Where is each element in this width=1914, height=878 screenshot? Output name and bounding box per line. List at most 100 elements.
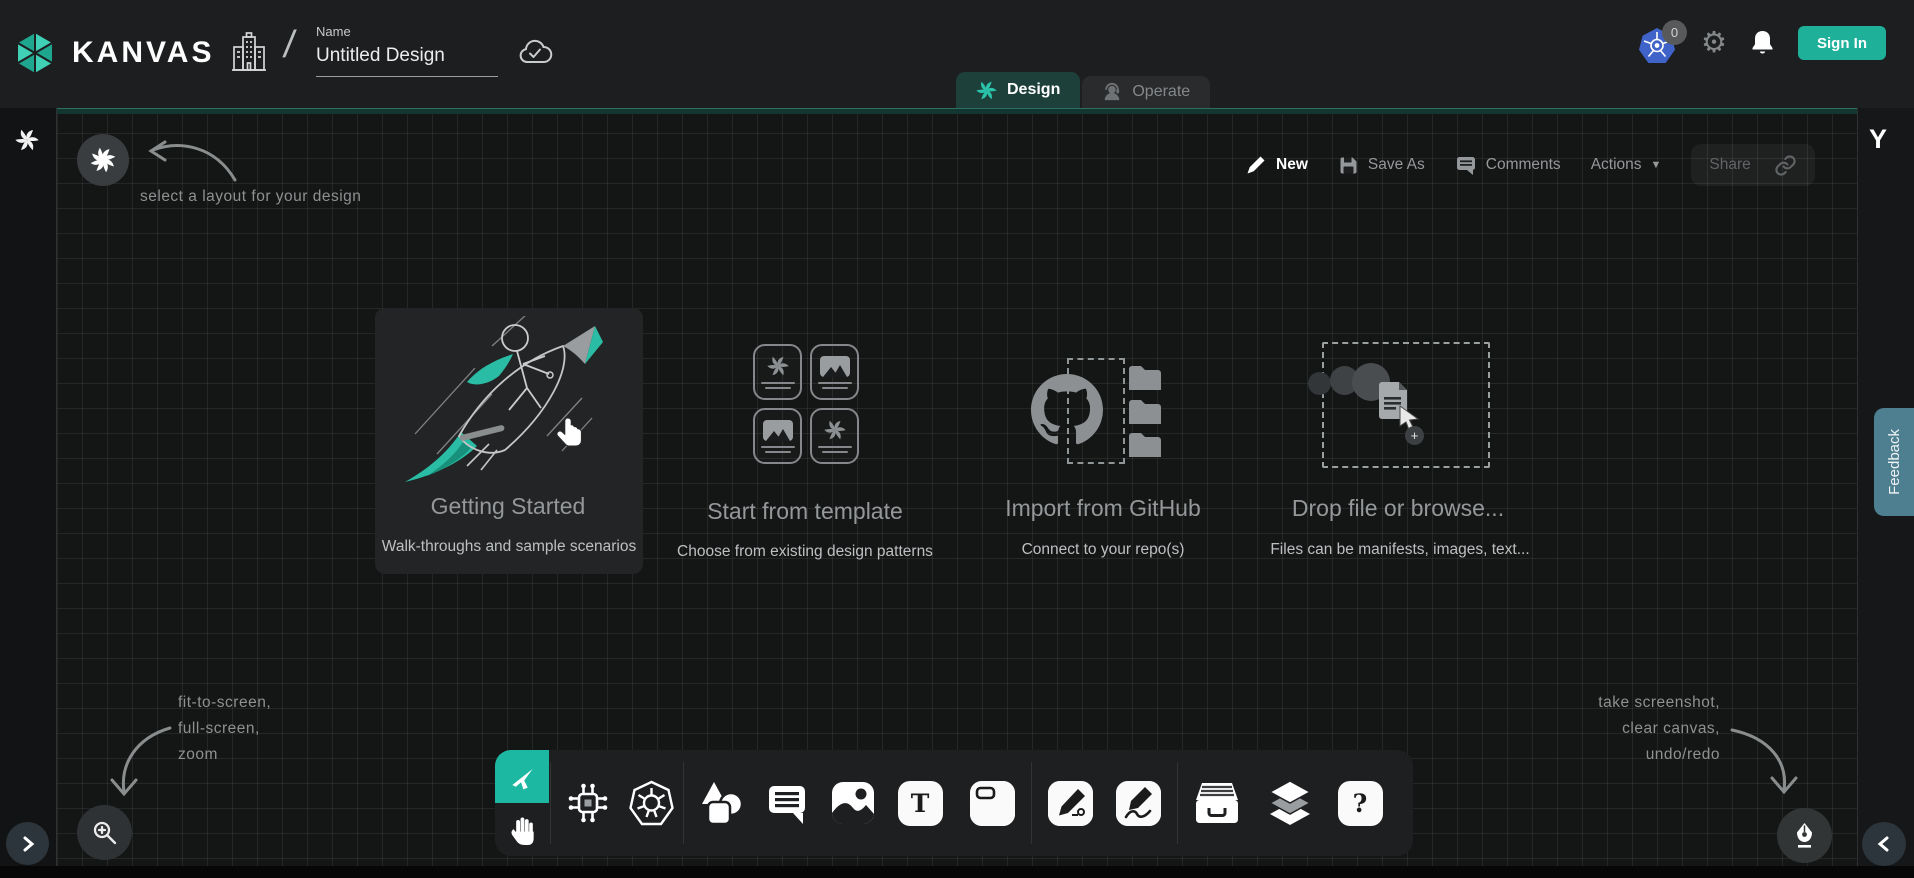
tab-operate-label: Operate [1132, 83, 1190, 101]
question-mark-icon: ? [1338, 781, 1383, 826]
magnifier-plus-icon [91, 819, 118, 846]
bottom-edge [0, 866, 1914, 878]
share-button[interactable]: Share [1691, 144, 1815, 186]
rocket-illustration [397, 316, 625, 488]
folder-icon [1127, 431, 1163, 459]
actions-dropdown[interactable]: Actions ▼ [1591, 156, 1662, 174]
app-logo[interactable]: KANVAS [12, 30, 214, 76]
zoom-hint-arrow [96, 722, 176, 802]
text-icon: T [898, 781, 943, 826]
hex-logo-icon [12, 30, 58, 76]
sign-in-button[interactable]: Sign In [1798, 26, 1886, 60]
template-tile-pinwheel-icon [753, 344, 802, 400]
text-tool-button[interactable]: T [893, 750, 947, 856]
design-pinwheel-icon [976, 80, 997, 101]
image-icon [830, 780, 876, 826]
kanvas-app: KANVAS / Name Untitled Design [0, 0, 1914, 878]
helm-wheel-icon [628, 780, 675, 826]
tab-design-label: Design [1007, 81, 1060, 99]
new-button[interactable]: New [1245, 154, 1308, 176]
getting-started-card[interactable] [375, 308, 643, 574]
pencil-icon [1245, 154, 1267, 176]
zoom-button[interactable] [77, 805, 132, 860]
mode-tabs: Design Operate [956, 72, 1210, 108]
chevron-left-icon [1876, 835, 1892, 853]
building-icon[interactable] [232, 32, 266, 74]
cloud-check-icon [516, 38, 554, 68]
layers-tool-button[interactable] [1263, 750, 1317, 856]
collapse-right-panel-button[interactable] [1862, 822, 1906, 866]
shortcut-hints-text: take screenshot, clear canvas, undo/redo [1500, 690, 1720, 768]
chevron-right-icon [20, 835, 36, 853]
pan-tool-button[interactable] [495, 803, 549, 856]
comment-lines-icon [765, 781, 809, 825]
toolbar-separator [683, 762, 684, 844]
component-tool-button[interactable] [561, 750, 615, 856]
toolbar-separator [1177, 762, 1178, 844]
start-from-template-card[interactable] [753, 344, 863, 474]
folder-icon [1127, 398, 1163, 426]
kubernetes-tool-button[interactable] [624, 750, 678, 856]
pencil-scribble-icon [1116, 781, 1161, 826]
sidebar-pinwheel-icon[interactable] [15, 128, 39, 152]
toolbar-separator [550, 762, 551, 844]
template-tile-pinwheel-icon [810, 408, 859, 464]
shapes-tool-button[interactable] [695, 750, 749, 856]
tab-operate[interactable]: Operate [1082, 76, 1210, 108]
comments-button[interactable]: Comments [1455, 154, 1561, 176]
kubernetes-status[interactable]: 0 [1639, 24, 1679, 62]
layout-picker-button[interactable] [77, 134, 129, 186]
feedback-tab[interactable]: Feedback [1874, 408, 1914, 516]
layers-icon [1266, 778, 1314, 828]
pen-path-icon [1048, 781, 1093, 826]
note-tab-icon [970, 781, 1015, 826]
pen-tool-button[interactable] [1043, 750, 1097, 856]
circuit-node-icon [565, 780, 611, 826]
hand-pointer-cursor-icon [553, 416, 587, 452]
template-tile-image-icon [753, 408, 802, 464]
template-tiles [753, 344, 859, 464]
zoom-hints-text: fit-to-screen, full-screen, zoom [178, 690, 271, 768]
drop-trail-circle [1308, 372, 1331, 395]
comment-icon [1455, 154, 1477, 176]
drop-subtitle: Files can be manifests, images, text... [1180, 541, 1620, 559]
tool-palette: T [495, 750, 1413, 856]
github-icon [1030, 374, 1104, 446]
canvas-top-highlight [57, 108, 1857, 114]
design-name-field: Name Untitled Design [316, 24, 498, 77]
link-icon [1774, 154, 1797, 177]
select-tool-button[interactable] [495, 750, 549, 803]
save-as-button[interactable]: Save As [1338, 155, 1425, 176]
help-button[interactable]: ? [1333, 750, 1387, 856]
pen-actions-button[interactable] [1777, 808, 1832, 863]
gear-icon[interactable]: ⚙ [1701, 29, 1727, 58]
floppy-icon [1338, 155, 1359, 176]
folder-icon [1127, 364, 1163, 392]
expand-left-panel-button[interactable] [6, 822, 49, 865]
pen-nib-icon [1791, 821, 1818, 850]
pencil-tool-button[interactable] [1111, 750, 1165, 856]
bell-icon[interactable] [1749, 29, 1776, 58]
design-name-input[interactable]: Untitled Design [316, 45, 498, 77]
hand-icon [507, 814, 537, 846]
import-github-card[interactable] [1030, 374, 1170, 474]
drop-plus-badge: + [1405, 426, 1424, 445]
right-rail-logo[interactable]: Y [1869, 124, 1887, 155]
note-tool-button[interactable] [965, 750, 1019, 856]
breadcrumb-separator: / [281, 24, 298, 67]
app-header: KANVAS / Name Untitled Design [0, 0, 1914, 108]
archive-tool-button[interactable] [1190, 750, 1244, 856]
layout-hint-text: select a layout for your design [140, 188, 361, 206]
name-field-label: Name [316, 24, 498, 39]
image-tool-button[interactable] [826, 750, 880, 856]
drawer-icon [1193, 780, 1241, 826]
layout-hint-arrow [135, 118, 240, 188]
notification-count-badge: 0 [1662, 20, 1687, 45]
shortcut-hint-arrow [1726, 722, 1810, 802]
canvas-action-bar: New Save As Comments [1245, 146, 1815, 184]
operator-headset-icon [1102, 82, 1122, 102]
shapes-icon [699, 780, 745, 826]
comment-tool-button[interactable] [760, 750, 814, 856]
caret-down-icon: ▼ [1651, 159, 1662, 171]
tab-design[interactable]: Design [956, 72, 1080, 108]
